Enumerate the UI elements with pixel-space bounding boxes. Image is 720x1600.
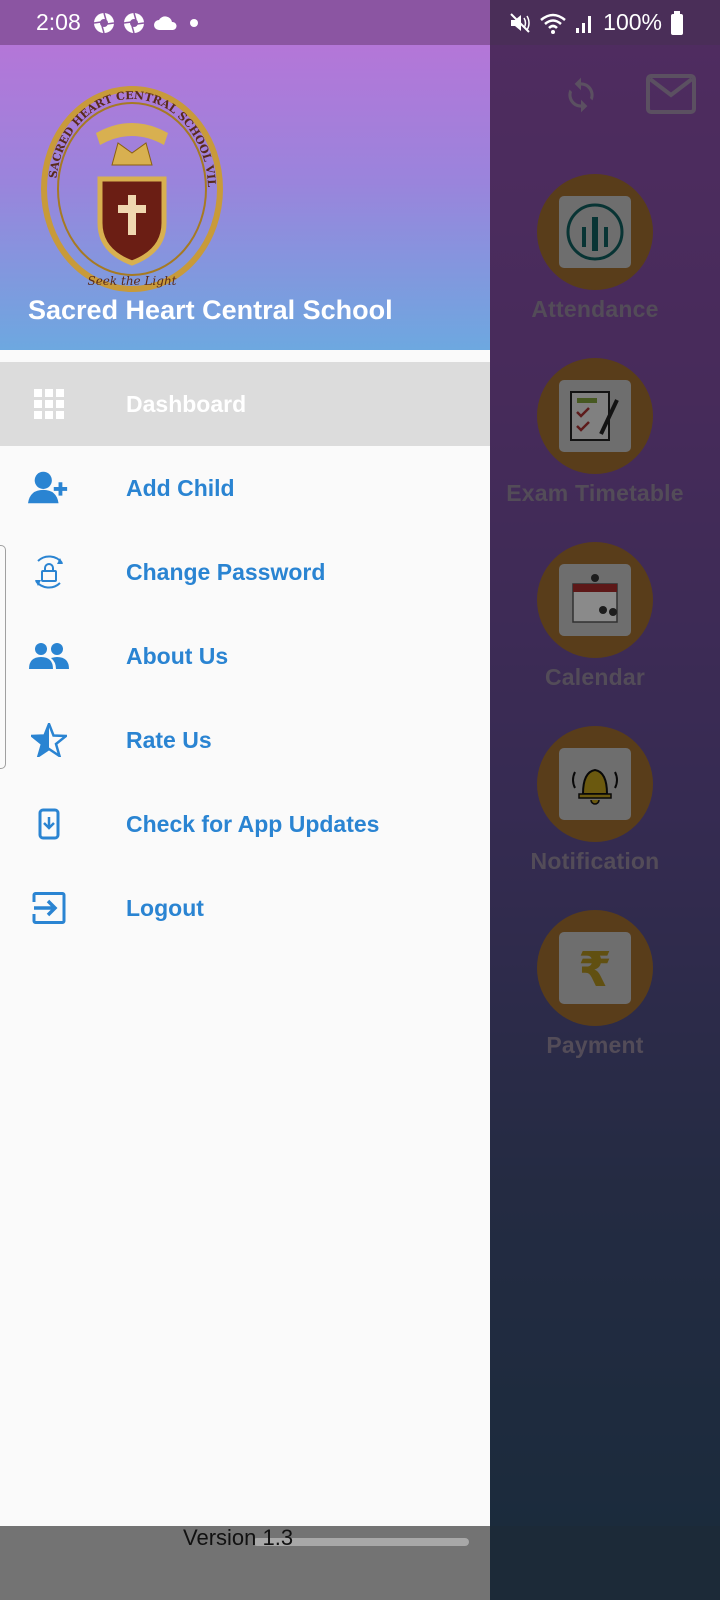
menu-item-label: Rate Us <box>126 726 212 753</box>
status-bar: 2:08 100% <box>0 0 720 45</box>
system-navigation-bar <box>0 1526 720 1600</box>
menu-item-dashboard[interactable]: Dashboard <box>0 362 490 446</box>
logo-motto: Seek the Light <box>87 274 176 288</box>
menu-item-rate-us[interactable]: Rate Us <box>0 698 490 782</box>
menu-item-label: Add Child <box>126 474 235 501</box>
signal-icon <box>576 15 592 33</box>
cloud-icon <box>153 15 177 30</box>
menu-item-label: About Us <box>126 642 229 669</box>
menu-item-label: Logout <box>126 894 204 921</box>
menu-item-label: Check for App Updates <box>126 810 380 837</box>
drawer-header: SACRED HEART CENTRAL SCHOOL VILLUPURAM S… <box>0 45 490 350</box>
drawer-menu: Dashboard Add Child Change Password Abou… <box>0 362 490 950</box>
menu-item-change-password[interactable]: Change Password <box>0 530 490 614</box>
menu-item-label: Dashboard <box>126 390 247 417</box>
camera-aperture-icon <box>123 12 144 33</box>
grid-icon <box>28 383 70 425</box>
people-icon <box>28 635 70 677</box>
menu-item-about-us[interactable]: About Us <box>0 614 490 698</box>
menu-item-check-updates[interactable]: Check for App Updates <box>0 782 490 866</box>
add-person-icon <box>28 467 70 509</box>
app-version: Version 1.3 <box>183 1525 294 1550</box>
navigation-drawer: SACRED HEART CENTRAL SCHOOL VILLUPURAM S… <box>0 45 490 1600</box>
battery-icon <box>671 10 683 35</box>
menu-item-add-child[interactable]: Add Child <box>0 446 490 530</box>
phone-download-icon <box>28 803 70 845</box>
school-logo: SACRED HEART CENTRAL SCHOOL VILLUPURAM S… <box>36 83 223 292</box>
battery-percent: 100% <box>603 9 662 35</box>
menu-item-label: Change Password <box>126 558 326 585</box>
school-name: Sacred Heart Central School <box>28 295 393 325</box>
logout-icon <box>28 887 70 929</box>
menu-item-logout[interactable]: Logout <box>0 866 490 950</box>
lock-reset-icon <box>28 551 70 593</box>
dot-icon <box>189 18 198 27</box>
camera-aperture-icon <box>93 12 114 33</box>
mute-icon <box>510 12 530 33</box>
wifi-icon <box>540 13 566 34</box>
edge-panel-handle[interactable] <box>0 545 6 769</box>
status-time: 2:08 <box>36 9 81 35</box>
half-star-icon <box>28 719 70 761</box>
